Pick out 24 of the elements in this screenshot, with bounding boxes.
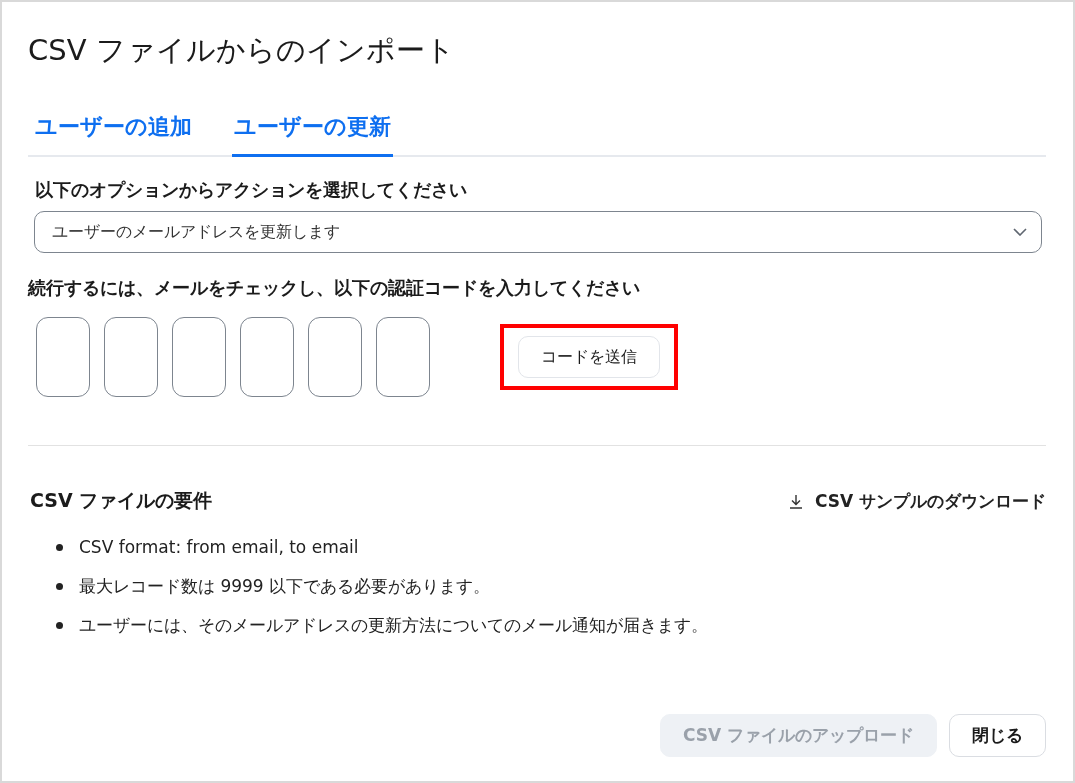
code-input-field[interactable]: [172, 317, 226, 397]
instruction-text: 続行するには、メールをチェックし、以下の認証コードを入力してください: [28, 276, 641, 300]
code-input-field[interactable]: [36, 317, 90, 397]
bullet-icon: [56, 583, 63, 590]
field-label: 以下のオプションからアクションを選択してください: [35, 178, 468, 202]
requirement-text: ユーザーには、そのメールアドレスの更新方法についてのメール通知が届きます。: [79, 614, 708, 637]
action-dropdown[interactable]: ユーザーのメールアドレスを更新します: [34, 211, 1042, 253]
code-input-field[interactable]: [240, 317, 294, 397]
dialog-title: CSV ファイルからのインポート: [28, 32, 456, 69]
code-input-field[interactable]: [308, 317, 362, 397]
requirement-text: CSV format: from email, to email: [79, 536, 359, 559]
chevron-down-icon: [1013, 228, 1027, 236]
requirement-text: 最大レコード数は 9999 以下である必要があります。: [79, 575, 491, 598]
section-heading: CSV ファイルの要件: [30, 488, 213, 513]
code-input-field[interactable]: [104, 317, 158, 397]
close-button[interactable]: 閉じる: [949, 714, 1046, 757]
tab[interactable]: ユーザーの追加: [33, 112, 194, 157]
download-link[interactable]: CSV サンプルのダウンロード: [788, 489, 1046, 513]
tab[interactable]: ユーザーの更新: [232, 112, 393, 157]
download-icon: [788, 493, 803, 509]
code-input-field[interactable]: [376, 317, 430, 397]
bullet-icon: [56, 622, 63, 629]
bullet-icon: [56, 544, 63, 551]
send-code-button[interactable]: コードを送信: [518, 336, 660, 378]
